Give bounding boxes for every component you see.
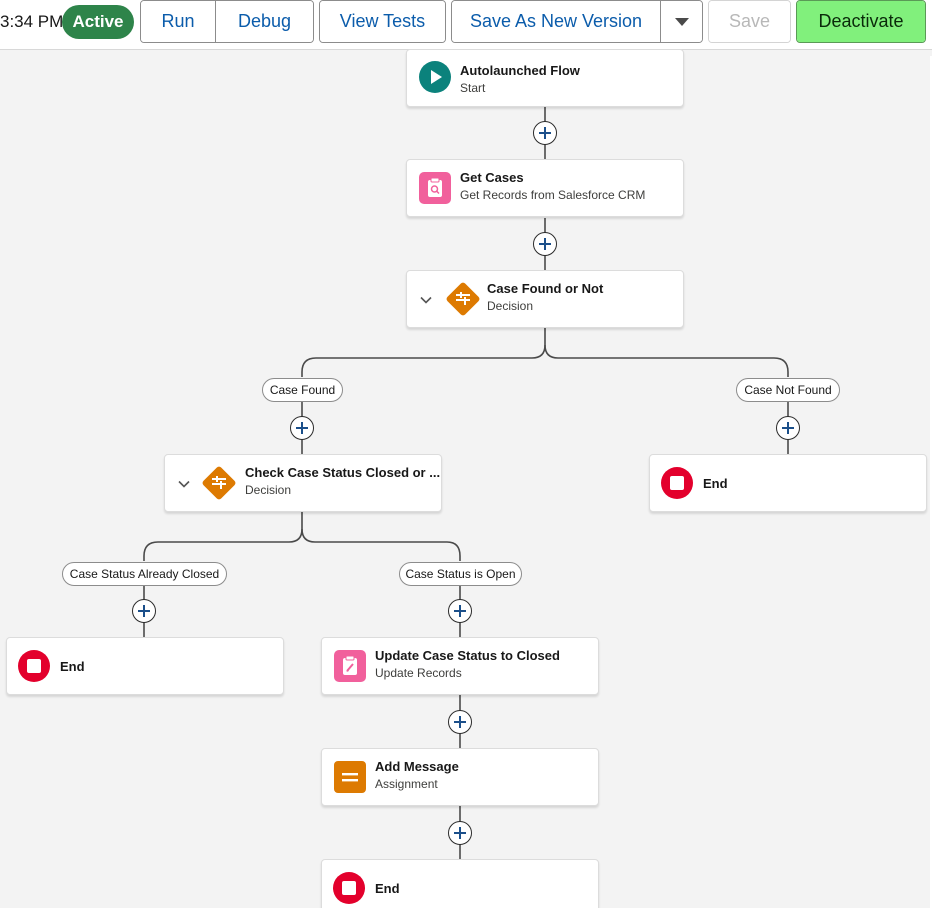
connector-decision1-right: [544, 344, 789, 377]
node-title: Get Cases: [460, 170, 524, 185]
node-subtitle: Decision: [245, 483, 292, 497]
end-node[interactable]: End: [6, 637, 284, 695]
add-element-button[interactable]: [448, 821, 472, 845]
add-element-button[interactable]: [533, 121, 557, 145]
branch-label-case-found[interactable]: Case Found: [262, 378, 343, 402]
add-element-button[interactable]: [448, 710, 472, 734]
chevron-down-icon[interactable]: [419, 293, 433, 307]
connector-decision1-split: [301, 328, 546, 377]
decision-icon: [201, 465, 237, 501]
play-icon: [419, 61, 451, 93]
decision-case-found-node[interactable]: Case Found or Not Decision: [406, 270, 684, 328]
branch-label-already-closed[interactable]: Case Status Already Closed: [62, 562, 227, 586]
add-element-button[interactable]: [533, 232, 557, 256]
node-title: Check Case Status Closed or ...: [245, 465, 441, 480]
update-records-icon: [334, 650, 366, 682]
chevron-down-icon[interactable]: [177, 477, 191, 491]
add-message-node[interactable]: Add Message Assignment: [321, 748, 599, 806]
node-subtitle: Get Records from Salesforce CRM: [460, 188, 646, 202]
node-title: End: [375, 881, 400, 896]
node-title: Add Message: [375, 759, 459, 774]
node-title: Update Case Status to Closed: [375, 648, 560, 663]
branch-label-case-not-found[interactable]: Case Not Found: [736, 378, 840, 402]
connector-decision2-split: [143, 512, 303, 561]
update-case-node[interactable]: Update Case Status to Closed Update Reco…: [321, 637, 599, 695]
start-node[interactable]: Autolaunched Flow Start: [406, 49, 684, 107]
add-element-button[interactable]: [448, 599, 472, 623]
node-subtitle: Update Records: [375, 666, 462, 680]
node-title: Case Found or Not: [487, 281, 604, 296]
add-element-button[interactable]: [290, 416, 314, 440]
end-node[interactable]: End: [649, 454, 927, 512]
node-title: Autolaunched Flow: [460, 63, 580, 78]
decision-case-status-node[interactable]: Check Case Status Closed or ... Decision: [164, 454, 442, 512]
node-title: End: [60, 659, 85, 674]
get-records-icon: [419, 172, 451, 204]
end-node[interactable]: End: [321, 859, 599, 908]
branch-label-is-open[interactable]: Case Status is Open: [399, 562, 522, 586]
node-subtitle: Start: [460, 81, 486, 95]
node-subtitle: Assignment: [375, 777, 438, 791]
add-element-button[interactable]: [132, 599, 156, 623]
get-cases-node[interactable]: Get Cases Get Records from Salesforce CR…: [406, 159, 684, 217]
connector-decision2-right: [301, 528, 461, 561]
node-title: End: [703, 476, 728, 491]
add-element-button[interactable]: [776, 416, 800, 440]
assignment-icon: [334, 761, 366, 793]
stop-icon: [661, 467, 693, 499]
node-subtitle: Decision: [487, 299, 534, 313]
decision-icon: [445, 281, 481, 317]
stop-icon: [18, 650, 50, 682]
stop-icon: [333, 872, 365, 904]
